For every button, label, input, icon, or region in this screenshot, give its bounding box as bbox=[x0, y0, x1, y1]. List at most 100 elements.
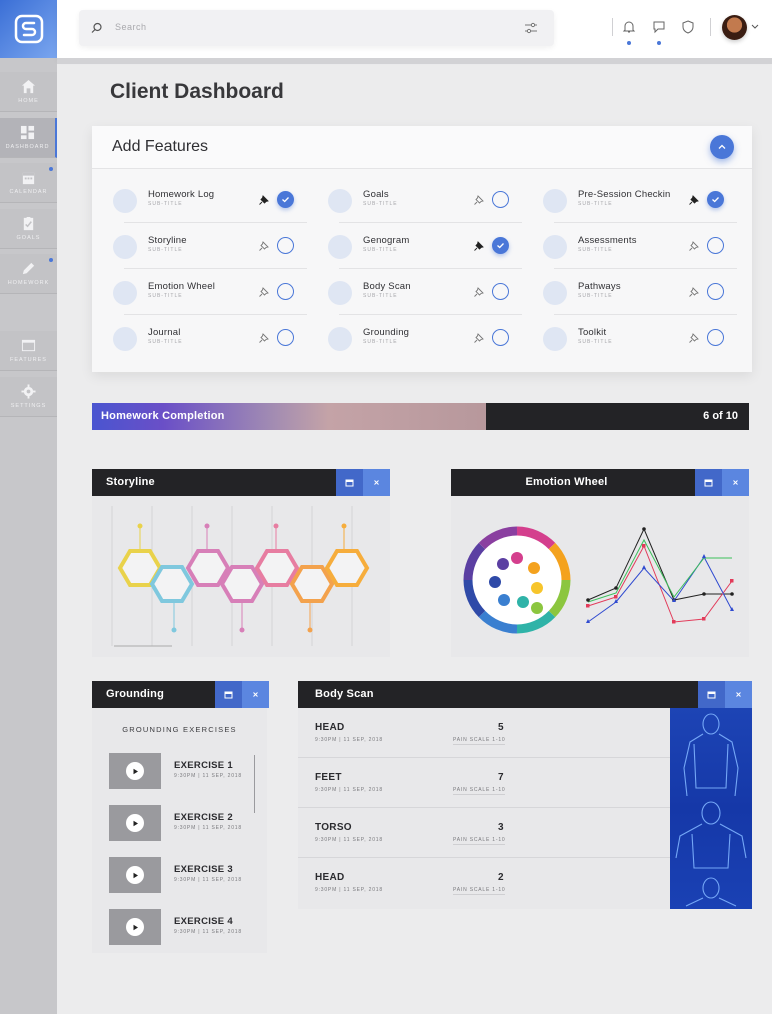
body-scan-row[interactable]: HEAD 2 9:30PM | 11 SEP, 2018 PAIN SCALE 1-1… bbox=[298, 858, 670, 908]
feature-item[interactable]: Storyline SUB-TITLE bbox=[113, 223, 307, 269]
feature-item[interactable]: Homework Log SUB-TITLE bbox=[113, 177, 307, 223]
sidebar-item-home[interactable]: HOME bbox=[0, 72, 57, 112]
expand-button[interactable] bbox=[695, 469, 722, 496]
expand-button[interactable] bbox=[698, 681, 725, 708]
homework-count: 6 of 10 bbox=[703, 410, 738, 422]
sidebar-item-homework[interactable]: HOMEWORK bbox=[0, 254, 57, 294]
feature-item[interactable]: Pathways SUB-TITLE bbox=[543, 269, 737, 315]
feature-icon-placeholder bbox=[543, 235, 567, 259]
pin-icon[interactable] bbox=[258, 240, 270, 252]
feature-checkbox[interactable] bbox=[707, 283, 724, 300]
sidebar-item-settings[interactable]: SETTINGS bbox=[0, 377, 57, 417]
feature-name: Genogram bbox=[363, 235, 410, 246]
feature-item[interactable]: Assessments SUB-TITLE bbox=[543, 223, 737, 269]
body-scan-row[interactable]: FEET 7 9:30PM | 11 SEP, 2018 PAIN SCALE 1-1… bbox=[298, 758, 670, 808]
play-button[interactable] bbox=[126, 866, 144, 884]
feature-item[interactable]: Genogram SUB-TITLE bbox=[328, 223, 522, 269]
expand-icon bbox=[224, 691, 233, 699]
close-button[interactable] bbox=[725, 681, 752, 708]
feature-item[interactable]: Journal SUB-TITLE bbox=[113, 315, 307, 361]
features-title: Add Features bbox=[112, 138, 209, 155]
scrollbar[interactable] bbox=[254, 755, 255, 813]
emotion-wheel-card: Emotion Wheel bbox=[451, 469, 749, 657]
feature-item[interactable]: Pre-Session Checkin SUB-TITLE bbox=[543, 177, 737, 223]
pin-icon[interactable] bbox=[473, 240, 485, 252]
feature-checkbox[interactable] bbox=[707, 237, 724, 254]
feature-checkbox[interactable] bbox=[277, 283, 294, 300]
exercise-item[interactable]: EXERCISE 3 9:30PM | 11 SEP, 2018 bbox=[109, 857, 254, 893]
card-header: Emotion Wheel bbox=[451, 469, 695, 496]
exercise-item[interactable]: EXERCISE 1 9:30PM | 11 SEP, 2018 bbox=[109, 753, 254, 789]
pin-icon[interactable] bbox=[688, 332, 700, 344]
pin-icon[interactable] bbox=[258, 194, 270, 206]
exercise-thumbnail[interactable] bbox=[109, 753, 161, 789]
exercise-thumbnail[interactable] bbox=[109, 857, 161, 893]
play-icon bbox=[133, 820, 138, 826]
top-bar: Search bbox=[57, 0, 772, 58]
pin-icon[interactable] bbox=[473, 286, 485, 298]
shield-icon[interactable] bbox=[681, 20, 695, 34]
close-button[interactable] bbox=[722, 469, 749, 496]
search-input[interactable]: Search bbox=[79, 10, 554, 46]
pin-icon[interactable] bbox=[258, 332, 270, 344]
card-title: Emotion Wheel bbox=[525, 476, 608, 488]
feature-item[interactable]: Grounding SUB-TITLE bbox=[328, 315, 522, 361]
feature-checkbox[interactable] bbox=[492, 329, 509, 346]
feature-checkbox[interactable] bbox=[277, 237, 294, 254]
pin-icon[interactable] bbox=[473, 332, 485, 344]
filter-sliders-icon[interactable] bbox=[524, 21, 538, 35]
sidebar-item-calendar[interactable]: CALENDAR bbox=[0, 163, 57, 203]
feature-checkbox[interactable] bbox=[492, 191, 509, 208]
pin-icon[interactable] bbox=[688, 240, 700, 252]
body-scan-row[interactable]: HEAD 5 9:30PM | 11 SEP, 2018 PAIN SCALE 1-1… bbox=[298, 708, 670, 758]
pin-icon[interactable] bbox=[473, 194, 485, 206]
pain-scale-label: PAIN SCALE 1-10 bbox=[453, 837, 506, 843]
card-header: Storyline bbox=[92, 469, 336, 496]
check-icon bbox=[712, 197, 719, 203]
play-button[interactable] bbox=[126, 918, 144, 936]
feature-name: Toolkit bbox=[578, 327, 607, 338]
exercise-thumbnail[interactable] bbox=[109, 805, 161, 841]
sidebar-item-features[interactable]: FEATURES bbox=[0, 331, 57, 371]
feature-item[interactable]: Body Scan SUB-TITLE bbox=[328, 269, 522, 315]
card-title: Storyline bbox=[106, 476, 155, 488]
expand-button[interactable] bbox=[215, 681, 242, 708]
exercise-item[interactable]: EXERCISE 4 9:30PM | 11 SEP, 2018 bbox=[109, 909, 254, 945]
exercise-thumbnail[interactable] bbox=[109, 909, 161, 945]
pain-scale-label: PAIN SCALE 1-10 bbox=[453, 887, 506, 893]
sidebar-item-dashboard[interactable]: DASHBOARD bbox=[0, 118, 57, 158]
play-button[interactable] bbox=[126, 814, 144, 832]
exercise-item[interactable]: EXERCISE 2 9:30PM | 11 SEP, 2018 bbox=[109, 805, 254, 841]
pin-icon[interactable] bbox=[688, 286, 700, 298]
close-button[interactable] bbox=[363, 469, 390, 496]
feature-item[interactable]: Emotion Wheel SUB-TITLE bbox=[113, 269, 307, 315]
feature-checkbox[interactable] bbox=[492, 237, 509, 254]
chevron-down-icon[interactable] bbox=[751, 22, 759, 30]
pain-score: 3 bbox=[498, 822, 504, 833]
feature-item[interactable]: Toolkit SUB-TITLE bbox=[543, 315, 737, 361]
feature-subtitle: SUB-TITLE bbox=[578, 201, 613, 207]
divider bbox=[453, 794, 505, 795]
pain-scale-label: PAIN SCALE 1-10 bbox=[453, 787, 506, 793]
collapse-button[interactable] bbox=[710, 135, 734, 159]
avatar[interactable] bbox=[722, 15, 747, 40]
body-scan-row[interactable]: TORSO 3 9:30PM | 11 SEP, 2018 PAIN SCALE 1-… bbox=[298, 808, 670, 858]
expand-button[interactable] bbox=[336, 469, 363, 496]
pin-icon[interactable] bbox=[688, 194, 700, 206]
feature-item[interactable]: Goals SUB-TITLE bbox=[328, 177, 522, 223]
feature-icon-placeholder bbox=[543, 327, 567, 351]
play-button[interactable] bbox=[126, 762, 144, 780]
feature-checkbox[interactable] bbox=[707, 329, 724, 346]
close-button[interactable] bbox=[242, 681, 269, 708]
message-icon[interactable] bbox=[652, 20, 666, 34]
feature-checkbox[interactable] bbox=[707, 191, 724, 208]
bell-icon[interactable] bbox=[622, 20, 636, 34]
feature-checkbox[interactable] bbox=[277, 191, 294, 208]
logo[interactable] bbox=[0, 0, 57, 58]
pin-icon[interactable] bbox=[258, 286, 270, 298]
features-header: Add Features bbox=[92, 126, 752, 169]
sidebar-item-goals[interactable]: GOALS bbox=[0, 209, 57, 249]
feature-checkbox[interactable] bbox=[277, 329, 294, 346]
feature-checkbox[interactable] bbox=[492, 283, 509, 300]
exercise-name: EXERCISE 1 bbox=[174, 760, 233, 771]
